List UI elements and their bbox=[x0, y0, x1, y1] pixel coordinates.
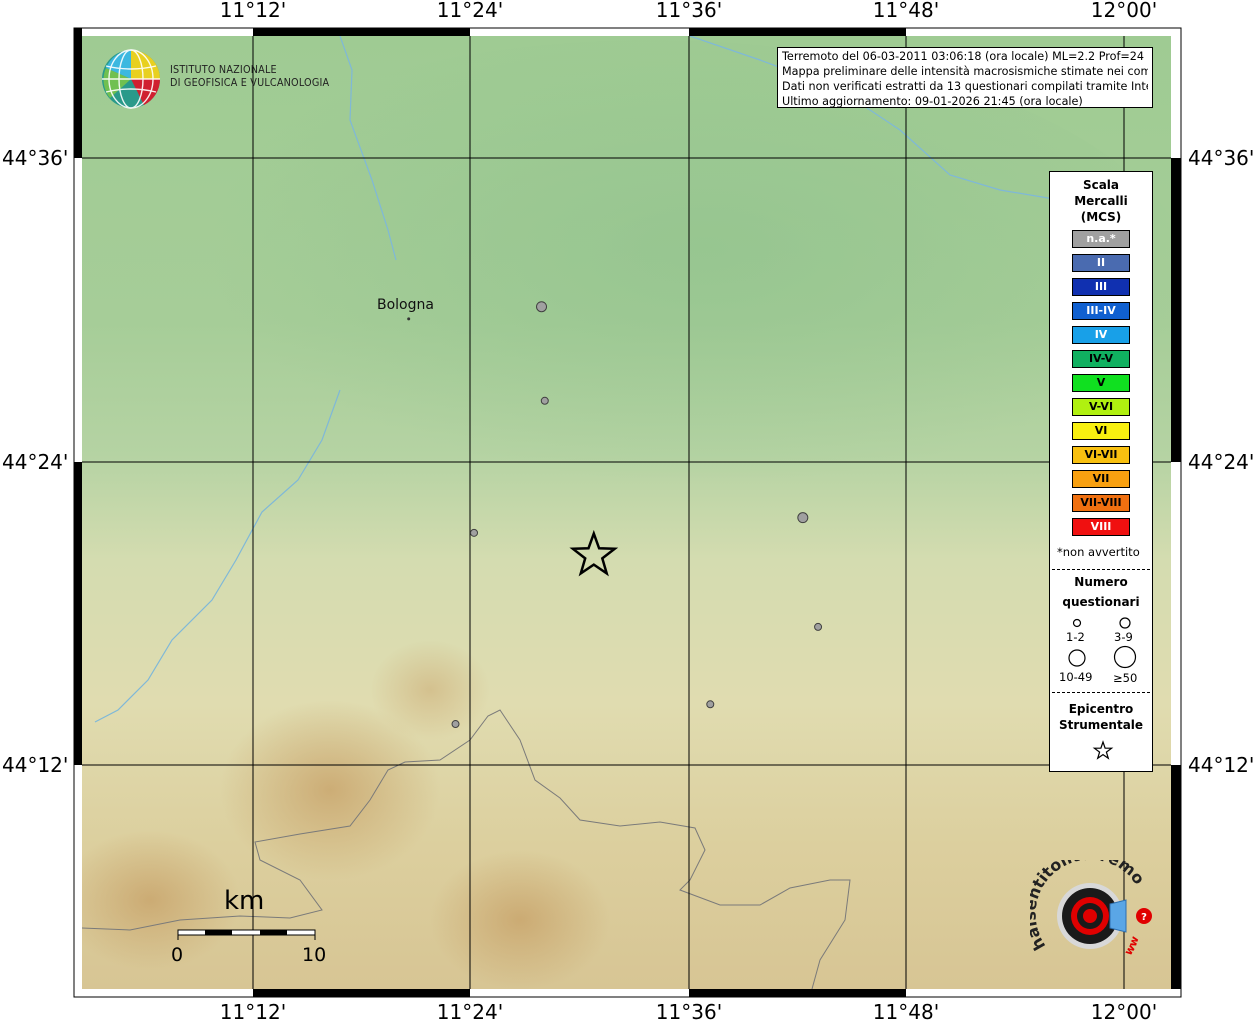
intensity-point bbox=[540, 396, 549, 405]
lon-tick-bottom: 12°00' bbox=[1090, 1000, 1158, 1024]
legend-swatch: IV bbox=[1072, 326, 1130, 344]
intensity-point bbox=[470, 528, 479, 537]
plain-shade bbox=[100, 40, 1171, 560]
lon-tick-top: 11°36' bbox=[655, 0, 723, 22]
event-info-line: Mappa preliminare delle intensità macros… bbox=[782, 65, 1148, 78]
svg-text:?: ? bbox=[1141, 912, 1147, 923]
relief-highland-3 bbox=[430, 850, 610, 989]
legend-count-title: Numero bbox=[1074, 575, 1128, 589]
intensity-point bbox=[536, 301, 548, 313]
ingv-name-line: ISTITUTO NAZIONALE bbox=[170, 64, 277, 76]
event-info-box: Terremoto del 06-03-2011 03:06:18 (ora l… bbox=[777, 47, 1153, 108]
count-symbol-3-9 bbox=[1119, 617, 1131, 629]
legend-epicenter-title: Epicentro bbox=[1068, 702, 1134, 716]
city-label-bologna: Bologna bbox=[377, 297, 434, 313]
lon-tick-bottom: 11°36' bbox=[655, 1000, 723, 1024]
legend-swatch: IV-V bbox=[1072, 350, 1130, 368]
count-label: 1-2 bbox=[1066, 630, 1085, 644]
city-marker bbox=[407, 317, 411, 321]
legend-not-felt-note: *non avvertito bbox=[1057, 545, 1140, 559]
legend-title-line: (MCS) bbox=[1080, 210, 1122, 224]
lat-tick-left: 44°24' bbox=[2, 450, 69, 474]
intensity-point bbox=[797, 512, 809, 524]
lon-tick-top: 11°24' bbox=[436, 0, 504, 22]
lon-tick-top: 11°12' bbox=[219, 0, 287, 22]
legend-separator bbox=[1052, 569, 1150, 570]
ingv-name-line: DI GEOFISICA E VULCANOLOGIA bbox=[170, 77, 330, 89]
count-symbol-1-2 bbox=[1072, 618, 1082, 628]
lat-tick-right: 44°12' bbox=[1188, 753, 1254, 777]
legend-swatch: VII-VIII bbox=[1072, 494, 1130, 512]
legend-swatch: VII bbox=[1072, 470, 1130, 488]
legend-title-line: Scala bbox=[1082, 178, 1120, 192]
intensity-point bbox=[451, 720, 460, 729]
lon-tick-bottom: 11°12' bbox=[219, 1000, 287, 1024]
ingv-globe-logo bbox=[102, 49, 161, 109]
intensity-point bbox=[814, 622, 823, 631]
lat-tick-right: 44°24' bbox=[1188, 450, 1254, 474]
legend-swatch: n.a.* bbox=[1072, 230, 1130, 248]
relief-highland-4 bbox=[370, 640, 490, 740]
scale-start-label: 0 bbox=[171, 944, 184, 966]
legend-swatch: V-VI bbox=[1072, 398, 1130, 416]
event-info-line: Ultimo aggiornamento: 09-01-2026 21:45 (… bbox=[782, 95, 1083, 108]
intensity-point bbox=[706, 700, 715, 709]
legend-count-title: questionari bbox=[1062, 595, 1140, 609]
scale-unit-label: km bbox=[224, 886, 265, 916]
legend-swatch: VIII bbox=[1072, 518, 1130, 536]
lon-tick-bottom: 11°48' bbox=[872, 1000, 940, 1024]
count-label: 3-9 bbox=[1114, 630, 1133, 644]
mcs-legend: Scala Mercalli (MCS) n.a.* II III III-IV IV I… bbox=[1049, 171, 1153, 772]
relief-highland-2 bbox=[82, 830, 240, 970]
legend-swatch: II bbox=[1072, 254, 1130, 272]
scale-end-label: 10 bbox=[302, 944, 327, 966]
epicenter-star-icon bbox=[1092, 740, 1114, 760]
lat-tick-right: 44°36' bbox=[1188, 146, 1254, 170]
haisentitoilterremoto-logo: ? haisentitoilterremoto.it www. bbox=[1030, 860, 1152, 958]
legend-swatch: VI-VII bbox=[1072, 446, 1130, 464]
legend-swatch: III bbox=[1072, 278, 1130, 296]
count-symbol-50 bbox=[1113, 645, 1137, 669]
legend-epicenter-title: Strumentale bbox=[1058, 718, 1144, 732]
legend-swatch: III-IV bbox=[1072, 302, 1130, 320]
count-label: 10-49 bbox=[1059, 670, 1093, 684]
lon-tick-top: 11°48' bbox=[872, 0, 940, 22]
lon-tick-bottom: 11°24' bbox=[436, 1000, 504, 1024]
lat-tick-left: 44°12' bbox=[2, 753, 69, 777]
count-label: ≥50 bbox=[1113, 671, 1138, 685]
legend-separator bbox=[1052, 692, 1150, 693]
legend-swatch: V bbox=[1072, 374, 1130, 392]
event-info-line: Dati non verificati estratti da 13 quest… bbox=[782, 80, 1148, 93]
lon-tick-top: 12°00' bbox=[1090, 0, 1158, 22]
lat-tick-left: 44°36' bbox=[2, 146, 69, 170]
ingv-name: ISTITUTO NAZIONALE DI GEOFISICA E VULCAN… bbox=[170, 64, 329, 90]
count-symbol-10-49 bbox=[1068, 649, 1086, 667]
event-info-line: Terremoto del 06-03-2011 03:06:18 (ora l… bbox=[782, 50, 1148, 63]
legend-swatch: VI bbox=[1072, 422, 1130, 440]
legend-title-line: Mercalli bbox=[1074, 194, 1128, 208]
